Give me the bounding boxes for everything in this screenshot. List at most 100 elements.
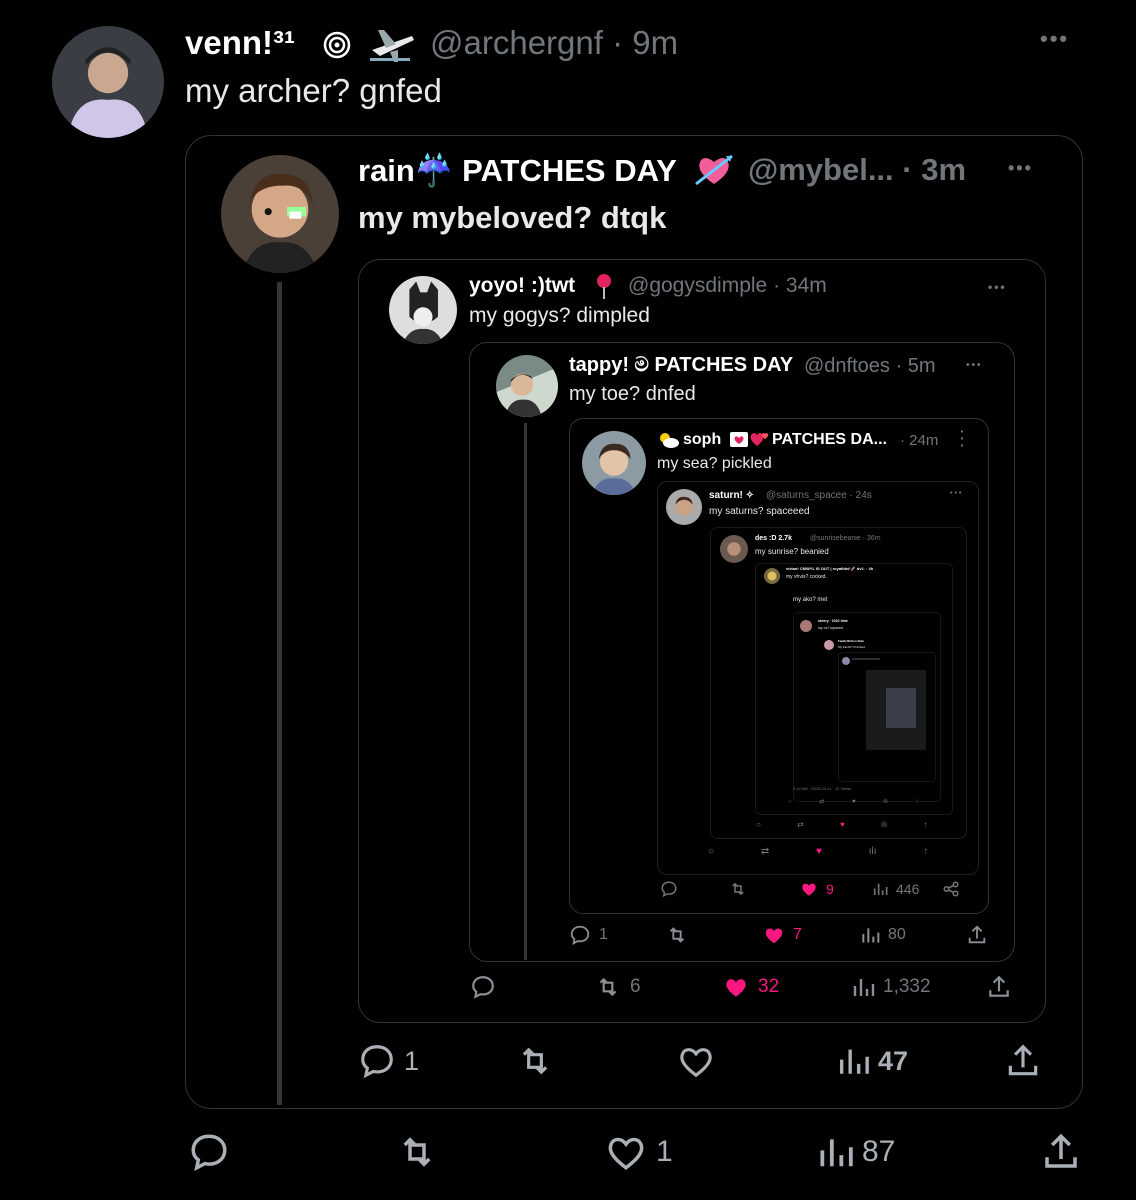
views-button[interactable]: 80 [860, 924, 906, 946]
views-button[interactable]: 1,332 [851, 974, 931, 1000]
heart-icon [608, 1137, 644, 1170]
author-handle[interactable]: @dnftoes [804, 355, 890, 377]
reply-button[interactable]: 1 [569, 924, 608, 946]
avatar[interactable] [666, 489, 702, 525]
share-button[interactable] [986, 974, 1012, 1000]
retweet-button[interactable]: 6 [594, 974, 641, 1000]
author-handle[interactable]: @saturns_spacee [766, 490, 847, 501]
like-button[interactable]: 32 [722, 974, 779, 1000]
tweet-text: my mybeloved? dtqk [358, 200, 667, 235]
media-image [886, 688, 916, 728]
like-button[interactable]: 1 [604, 1131, 673, 1173]
share-button[interactable] [1004, 1042, 1042, 1080]
author-name-2[interactable]: PATCHES DA... [772, 431, 887, 449]
action-bar: ○ ⇄ ♥ ılı ↑ [708, 846, 929, 857]
author-name[interactable]: venn!³¹ [185, 24, 295, 62]
author-name[interactable]: sherry · 2022 time [818, 619, 848, 623]
reply-button[interactable]: 1 [358, 1042, 419, 1080]
author-handle[interactable]: @archergnf [430, 24, 603, 61]
reply-button[interactable] [470, 974, 504, 1000]
tweet-text: my ako? met [793, 597, 828, 603]
retweet-button[interactable] [665, 924, 697, 946]
more-options-icon[interactable]: ••• [1040, 26, 1069, 52]
avatar[interactable] [496, 355, 558, 417]
share-icon [943, 881, 959, 897]
author-name[interactable]: soph [683, 431, 721, 449]
tweet-text: my vhvis? cocked. [786, 574, 827, 580]
avatar[interactable] [824, 640, 834, 650]
avatar[interactable] [720, 535, 748, 563]
like-button[interactable]: 9 [800, 880, 834, 898]
tweet-text: my gogys? dimpled [469, 304, 650, 327]
views-icon [820, 1139, 853, 1167]
tweet-text: my archer? gnfed [185, 72, 442, 109]
author-name[interactable]: des :D 2.7k [755, 535, 792, 542]
avatar[interactable] [800, 620, 812, 632]
share-button[interactable] [966, 924, 988, 946]
share-button[interactable] [942, 880, 960, 898]
more-options-icon[interactable]: ••• [988, 280, 1007, 294]
views-button[interactable]: 446 [872, 880, 919, 898]
reply-icon [472, 976, 494, 999]
reply-icon [661, 881, 677, 898]
views-icon [853, 979, 875, 996]
timestamp[interactable]: · 3m [902, 152, 966, 187]
views-icon [839, 1049, 869, 1074]
heart-icon [765, 928, 783, 944]
action-bar: ○ ⇄ ♥ ılı ↑ [788, 799, 919, 805]
more-options-icon[interactable]: ••• [950, 490, 963, 497]
more-options-icon[interactable]: ••• [966, 360, 983, 371]
pin-icon [594, 272, 614, 300]
retweet-icon [732, 882, 744, 896]
timestamp[interactable]: · 24m [900, 432, 938, 449]
tweet-text: my sunrise? beanied [755, 547, 829, 556]
retweet-button[interactable] [394, 1131, 448, 1173]
sun-cloud-icon [657, 431, 679, 449]
heart-icon [802, 883, 816, 896]
author-name[interactable]: rain☔ PATCHES DAY [358, 152, 677, 189]
timestamp[interactable]: · 5m [895, 355, 935, 377]
author-name[interactable]: Fanfic/fiction Stan [838, 639, 864, 643]
author-name[interactable]: saturn! ✧ [709, 490, 754, 501]
avatar[interactable] [842, 657, 850, 665]
avatar[interactable] [582, 431, 646, 495]
heart-icon [680, 1048, 712, 1078]
author-name[interactable]: vivian! CMWYL IS OUT | royalfdnf 🚀 dv1. … [786, 566, 873, 571]
tweet-text: my toe? dnfed [569, 383, 696, 405]
share-button[interactable] [1040, 1131, 1082, 1173]
views-button[interactable]: 47 [836, 1042, 908, 1080]
timestamp: 5:12 AM · 2023-03-11 · 12 Views [793, 786, 852, 791]
avatar[interactable] [52, 26, 164, 138]
retweet-button[interactable] [514, 1042, 564, 1080]
more-options-icon[interactable]: ••• [1008, 158, 1033, 179]
avatar[interactable] [764, 568, 780, 584]
timestamp[interactable]: · 9m [612, 24, 678, 61]
reply-button[interactable] [660, 880, 686, 898]
timestamp[interactable]: · 34m [773, 274, 827, 297]
retweet-icon [403, 1137, 431, 1167]
avatar[interactable] [389, 276, 457, 344]
reply-icon [361, 1045, 393, 1079]
author-handle[interactable]: @gogysdimple [628, 274, 767, 297]
share-icon [989, 975, 1009, 997]
love-letter-icon [730, 432, 748, 447]
retweet-icon [669, 927, 685, 943]
reply-icon [570, 925, 590, 945]
author-handle[interactable]: @mybel... [748, 152, 894, 187]
views-icon [862, 928, 880, 943]
timestamp[interactable]: · 24s [850, 490, 872, 501]
views-icon [873, 883, 888, 895]
author-name[interactable]: tappy! ම PATCHES DAY [569, 354, 793, 377]
avatar[interactable] [221, 155, 339, 273]
cupid-heart-icon [692, 150, 736, 190]
reply-button[interactable] [188, 1131, 238, 1173]
like-button[interactable] [676, 1042, 724, 1080]
retweet-button[interactable] [728, 880, 756, 898]
deep-nested-thread [852, 658, 880, 660]
more-options-icon[interactable]: · · · [960, 424, 965, 452]
tweet-text: my oc? squared [818, 626, 843, 630]
like-button[interactable]: 7 [763, 924, 802, 946]
author-handle[interactable]: @sunrisebeanie · 36m [810, 535, 881, 542]
author-name[interactable]: yoyo! :)twt [469, 274, 575, 298]
views-button[interactable]: 87 [816, 1131, 895, 1173]
